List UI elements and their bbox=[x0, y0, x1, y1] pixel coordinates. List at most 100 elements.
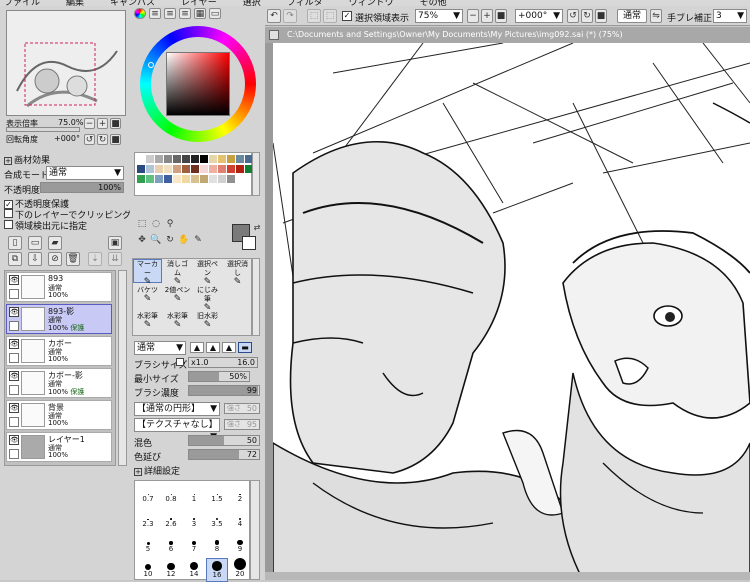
brush-size-preset[interactable]: 6 bbox=[160, 533, 182, 557]
undo-icon[interactable]: ↶ bbox=[267, 9, 281, 23]
canvas-area[interactable]: C:\Documents and Settings\Owner\My Docum… bbox=[265, 27, 750, 580]
canvas-horizontal-scrollbar[interactable] bbox=[265, 572, 750, 580]
color-swatch[interactable] bbox=[191, 155, 199, 163]
color-swatch[interactable] bbox=[236, 165, 244, 173]
brush-size-preset[interactable]: 0.8 bbox=[160, 483, 182, 507]
brush-size-preset[interactable]: 2.6 bbox=[160, 508, 182, 532]
scratchpad-icon[interactable]: ▭ bbox=[209, 8, 221, 19]
layer-lock-icon[interactable] bbox=[9, 289, 19, 299]
effects-expand-icon[interactable]: + bbox=[4, 157, 12, 165]
size-scrollbar[interactable] bbox=[250, 480, 260, 580]
move-icon[interactable]: ✥ bbox=[136, 234, 148, 246]
edge-medium-icon[interactable]: ▲ bbox=[206, 342, 220, 353]
layer-lock-icon[interactable] bbox=[9, 449, 19, 459]
brush-mode-select[interactable]: 通常 ▼ bbox=[134, 341, 186, 355]
dilute-slider[interactable]: 72 bbox=[188, 449, 260, 460]
brush-size-preset[interactable]: 3.5 bbox=[206, 508, 228, 532]
layer-row[interactable]: 👁 893 通常 100% bbox=[6, 272, 112, 302]
color-swatch[interactable] bbox=[137, 165, 145, 173]
saturation-value-box[interactable] bbox=[166, 52, 230, 116]
color-swatch[interactable] bbox=[191, 175, 199, 183]
color-swatch[interactable] bbox=[236, 155, 244, 163]
color-swatch[interactable] bbox=[173, 155, 181, 163]
visibility-eye-icon[interactable]: 👁 bbox=[9, 275, 19, 285]
color-swatch[interactable] bbox=[155, 165, 163, 173]
toolbar-zoom-out-button[interactable]: − bbox=[467, 9, 479, 23]
swatch-grid[interactable] bbox=[134, 152, 253, 196]
copy-layer-icon[interactable]: ⧉ bbox=[8, 252, 22, 266]
color-swatch[interactable] bbox=[164, 155, 172, 163]
color-swatch[interactable] bbox=[200, 175, 208, 183]
brush-tool[interactable]: 旧水彩 ✎ bbox=[193, 311, 222, 335]
trash-icon[interactable]: 🗑 bbox=[66, 252, 80, 266]
brush-size-preset[interactable]: 12 bbox=[160, 558, 182, 582]
invert-selection-icon[interactable]: ⬚ bbox=[323, 9, 337, 23]
brush-tool[interactable]: 2値ペン ✎ bbox=[163, 285, 192, 309]
merge-all-icon[interactable]: ⇊ bbox=[108, 252, 122, 266]
color-swatch[interactable] bbox=[164, 175, 172, 183]
layer-scrollbar[interactable] bbox=[118, 270, 127, 466]
redo-icon[interactable]: ↷ bbox=[283, 9, 297, 23]
new-set-icon[interactable]: ▭ bbox=[28, 236, 42, 250]
brush-tool[interactable]: バケツ ✎ bbox=[133, 285, 162, 309]
expand-icon[interactable]: + bbox=[134, 468, 142, 476]
eyedropper-icon[interactable]: ✎ bbox=[192, 234, 204, 246]
lasso-icon[interactable]: ◌ bbox=[150, 218, 162, 230]
color-swatch[interactable] bbox=[182, 155, 190, 163]
color-swatch[interactable] bbox=[209, 165, 217, 173]
min-size-slider[interactable]: 50% bbox=[188, 371, 250, 382]
layer-row[interactable]: 👁 レイヤー1 通常 100% bbox=[6, 432, 112, 462]
brush-size-preset[interactable]: 2.3 bbox=[137, 508, 159, 532]
brush-size-preset[interactable]: 16 bbox=[206, 558, 228, 582]
zoom-reset-button[interactable]: ■ bbox=[110, 118, 121, 129]
color-swatch[interactable] bbox=[146, 155, 154, 163]
brush-size-slider[interactable]: x1.0 16.0 bbox=[188, 357, 258, 368]
secondary-color-swatch[interactable] bbox=[242, 236, 256, 250]
zoom-select[interactable]: 75% ▼ bbox=[415, 9, 463, 23]
view-mode-button[interactable]: 通常 bbox=[617, 9, 647, 23]
hue-cursor[interactable] bbox=[148, 62, 154, 68]
rotate-icon[interactable]: ↻ bbox=[164, 234, 176, 246]
stabilizer-select[interactable]: 3 ▼ bbox=[713, 9, 747, 23]
density-slider[interactable]: 99 bbox=[188, 385, 260, 396]
color-swatch[interactable] bbox=[227, 165, 235, 173]
brush-size-preset[interactable]: 14 bbox=[183, 558, 205, 582]
brush-size-preset[interactable]: 7 bbox=[183, 533, 205, 557]
deselect-icon[interactable]: ⬚ bbox=[307, 9, 321, 23]
color-swatch[interactable] bbox=[182, 175, 190, 183]
toolbar-rotate-reset-button[interactable]: ■ bbox=[595, 9, 607, 23]
opacity-slider[interactable]: 100% bbox=[40, 182, 124, 193]
rotate-left-button[interactable]: ↺ bbox=[84, 134, 95, 145]
zoom-in-button[interactable]: + bbox=[97, 118, 108, 129]
blend-mode-select[interactable]: 通常 ▼ bbox=[46, 166, 124, 180]
layer-row[interactable]: 👁 カボー 通常 100% bbox=[6, 336, 112, 366]
texture-strength-slider[interactable]: 強さ 95 bbox=[224, 419, 260, 430]
color-swatch[interactable] bbox=[155, 155, 163, 163]
brush-tool[interactable]: マーカー ✎ bbox=[133, 259, 162, 287]
color-swatch[interactable] bbox=[227, 175, 235, 183]
color-swatch[interactable] bbox=[155, 175, 163, 183]
rect-select-icon[interactable]: ⬚ bbox=[136, 218, 148, 230]
checkbox-icon[interactable] bbox=[4, 220, 13, 229]
color-swatch[interactable] bbox=[137, 155, 145, 163]
color-swatch[interactable] bbox=[173, 165, 181, 173]
brush-size-preset[interactable]: 5 bbox=[137, 533, 159, 557]
color-swatch[interactable] bbox=[191, 165, 199, 173]
layer-row[interactable]: 👁 カボー-影 通常 100% 保護 bbox=[6, 368, 112, 398]
rgb-slider-icon[interactable]: ≡ bbox=[149, 8, 161, 19]
edge-soft-icon[interactable]: ▲ bbox=[222, 342, 236, 353]
color-swatch[interactable] bbox=[227, 155, 235, 163]
tool-scrollbar[interactable] bbox=[252, 258, 260, 336]
brush-tool[interactable]: 選択ペン ✎ bbox=[193, 259, 222, 287]
paint-brush-icon[interactable] bbox=[9, 321, 19, 331]
brush-shape-select[interactable]: 【通常の円形】 ▼ bbox=[134, 402, 220, 416]
brush-tool[interactable]: 水彩筆 ✎ bbox=[163, 311, 192, 335]
layer-lock-icon[interactable] bbox=[9, 417, 19, 427]
navigator-preview[interactable] bbox=[6, 10, 126, 116]
toolbar-zoom-reset-button[interactable]: ■ bbox=[495, 9, 507, 23]
edge-hard-icon[interactable]: ▲ bbox=[190, 342, 204, 353]
color-swatch[interactable] bbox=[173, 175, 181, 183]
gradient-slider-icon[interactable]: ≡ bbox=[179, 8, 191, 19]
color-swatch[interactable] bbox=[218, 175, 226, 183]
toolbar-zoom-in-button[interactable]: + bbox=[481, 9, 493, 23]
